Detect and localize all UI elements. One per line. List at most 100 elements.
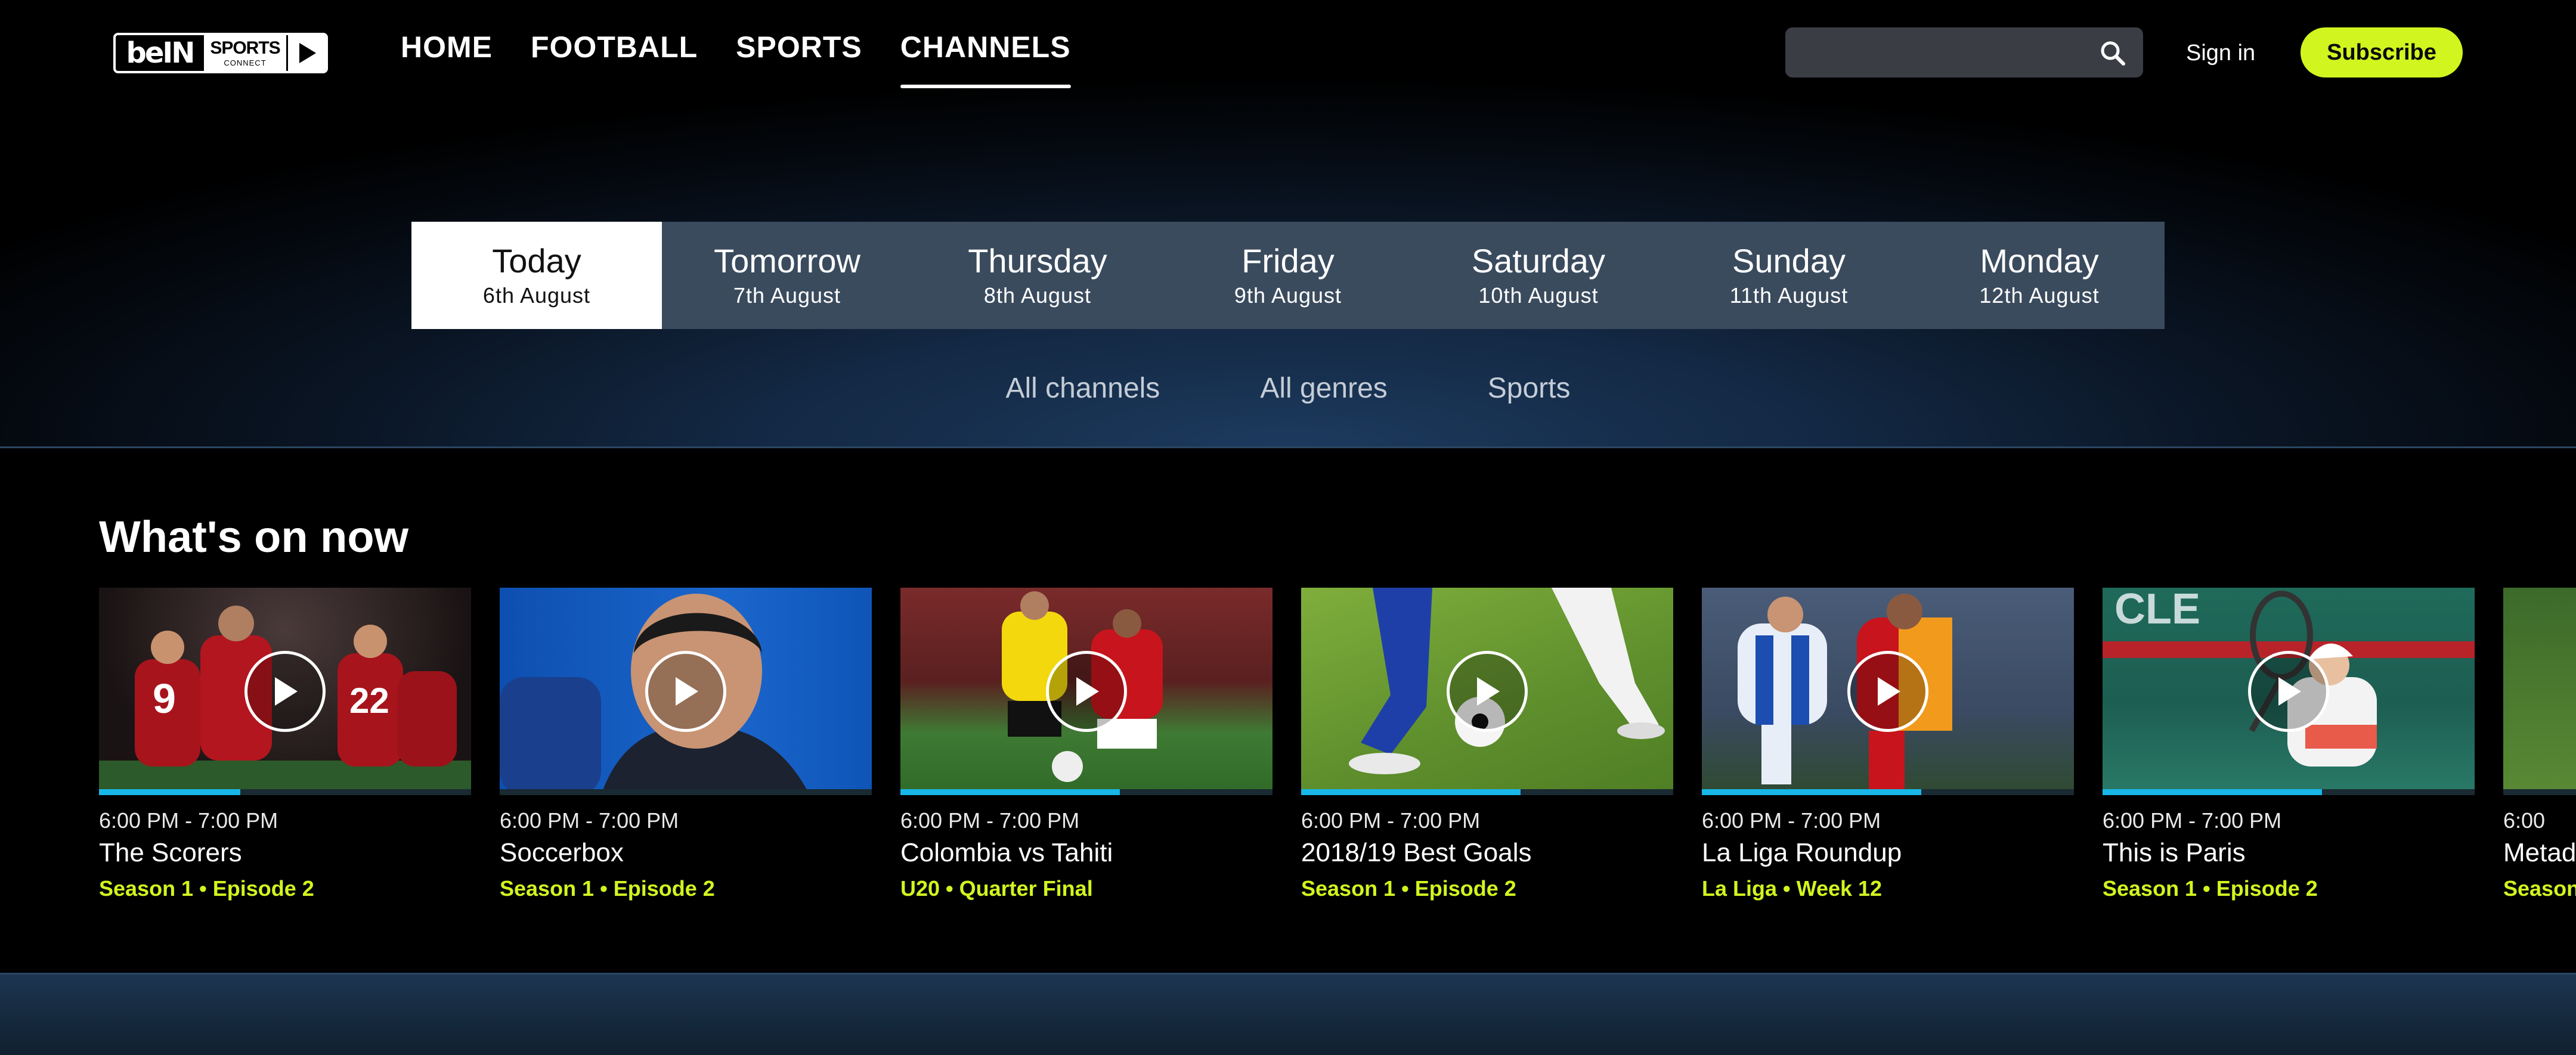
filter-all-channels[interactable]: All channels	[1005, 372, 1160, 405]
filter-sports[interactable]: Sports	[1488, 372, 1571, 405]
nav-item-sports[interactable]: SPORTS	[736, 30, 862, 88]
program-title: The Scorers	[99, 838, 242, 867]
program-thumbnail: 9 22	[99, 588, 471, 795]
program-thumbnail: CLE	[2103, 588, 2475, 795]
search-icon[interactable]	[2099, 39, 2126, 67]
program-time: 6:00 PM - 7:00 PM	[99, 808, 278, 833]
svg-text:22: 22	[349, 681, 389, 721]
program-title: This is Paris	[2103, 838, 2246, 867]
date-tab-date: 10th August	[1478, 283, 1599, 308]
program-thumbnail	[2503, 588, 2576, 795]
date-tab-date: 6th August	[482, 283, 591, 308]
program-meta: La Liga • Week 12	[1702, 876, 1883, 901]
main-nav: HOME FOOTBALL SPORTS CHANNELS	[401, 30, 1109, 88]
progress-fill	[1702, 789, 1922, 795]
play-icon	[1046, 651, 1127, 732]
program-card[interactable]: 6:00 PM - 7:00 PM 2018/19 Best Goals Sea…	[1301, 588, 1673, 901]
program-meta: Season 1 • Episode 2	[2103, 876, 2318, 901]
play-icon	[2248, 651, 2329, 732]
program-meta: Season	[2503, 876, 2576, 901]
program-card[interactable]: 6:00 Metad Season	[2503, 588, 2576, 901]
program-thumbnail	[900, 588, 1272, 795]
nav-item-football[interactable]: FOOTBALL	[531, 30, 698, 88]
program-time: 6:00 PM - 7:00 PM	[1301, 808, 1481, 833]
date-tab-day: Today	[492, 242, 581, 280]
program-title: Soccerbox	[500, 838, 624, 867]
program-time: 6:00 PM - 7:00 PM	[900, 808, 1080, 833]
program-time: 6:00 PM - 7:00 PM	[2103, 808, 2282, 833]
date-tab-tomorrow[interactable]: Tomorrow 7th August	[662, 222, 912, 329]
logo-sports-text: SPORTS	[210, 38, 280, 58]
program-time: 6:00 PM - 7:00 PM	[1702, 808, 1881, 833]
svg-text:9: 9	[153, 675, 176, 722]
filter-bar: All channels All genres Sports	[0, 372, 2576, 405]
date-tab-day: Thursday	[968, 242, 1107, 280]
program-card[interactable]: CLE 6:00 PM - 7:00 PM This is Paris Seas…	[2103, 588, 2475, 901]
program-title: Colombia vs Tahiti	[900, 838, 1113, 867]
progress-bar	[2503, 789, 2576, 795]
program-thumbnail	[1301, 588, 1673, 795]
search-input[interactable]	[1785, 27, 2143, 77]
nav-item-home[interactable]: HOME	[401, 30, 493, 88]
progress-bar	[1702, 789, 2074, 795]
program-thumbnail	[500, 588, 872, 795]
date-tab-date: 9th August	[1234, 283, 1342, 308]
date-tab-day: Sunday	[1732, 242, 1846, 280]
date-tab-friday[interactable]: Friday 9th August	[1163, 222, 1413, 329]
search-box	[1785, 27, 2143, 77]
nav-item-channels[interactable]: CHANNELS	[900, 30, 1071, 88]
program-title: 2018/19 Best Goals	[1301, 838, 1532, 867]
section-title: What's on now	[99, 512, 409, 561]
play-icon	[1847, 651, 1928, 732]
date-tab-day: Saturday	[1471, 242, 1606, 280]
date-tab-date: 8th August	[983, 283, 1092, 308]
whats-on-now-carousel: 9 22 6:00 PM - 7:00 PM The Scorers Seaso…	[99, 588, 2576, 921]
program-thumbnail	[1702, 588, 2074, 795]
program-meta: Season 1 • Episode 2	[99, 876, 314, 901]
progress-bar	[2103, 789, 2475, 795]
date-tab-thursday[interactable]: Thursday 8th August	[912, 222, 1163, 329]
progress-fill	[2103, 789, 2323, 795]
play-icon	[244, 651, 326, 732]
date-tabs: Today 6th August Tomorrow 7th August Thu…	[411, 222, 2165, 329]
play-icon	[1447, 651, 1528, 732]
channels-hero: beIN SPORTS CONNECT HOME FOOTBALL SPORTS…	[0, 0, 2576, 448]
logo-connect-text: CONNECT	[224, 58, 267, 67]
date-tab-date: 7th August	[733, 283, 841, 308]
signin-link[interactable]: Sign in	[2186, 41, 2255, 66]
date-tab-day: Tomorrow	[714, 242, 860, 280]
play-icon	[645, 651, 726, 732]
date-tab-sunday[interactable]: Sunday 11th August	[1664, 222, 1914, 329]
svg-text:CLE: CLE	[2114, 588, 2200, 633]
logo-bein-text: beIN	[126, 36, 196, 70]
date-tab-day: Monday	[1980, 242, 2099, 280]
progress-bar	[1301, 789, 1673, 795]
bein-sports-connect-logo[interactable]: beIN SPORTS CONNECT	[113, 33, 328, 73]
program-time: 6:00	[2503, 808, 2546, 833]
program-meta: U20 • Quarter Final	[900, 876, 1093, 901]
logo-sports-block: SPORTS CONNECT	[204, 35, 286, 71]
filter-all-genres[interactable]: All genres	[1260, 372, 1387, 405]
date-tab-today[interactable]: Today 6th August	[411, 222, 662, 329]
date-tab-date: 12th August	[1979, 283, 2100, 308]
subscribe-button[interactable]: Subscribe	[2301, 27, 2463, 77]
progress-fill	[1301, 789, 1521, 795]
program-meta: Season 1 • Episode 2	[500, 876, 715, 901]
progress-bar	[99, 789, 471, 795]
logo-play-icon	[286, 35, 326, 71]
progress-fill	[900, 789, 1120, 795]
date-tab-saturday[interactable]: Saturday 10th August	[1413, 222, 1664, 329]
progress-bar	[900, 789, 1272, 795]
program-meta: Season 1 • Episode 2	[1301, 876, 1516, 901]
program-card[interactable]: 6:00 PM - 7:00 PM Soccerbox Season 1 • E…	[500, 588, 872, 901]
date-tab-day: Friday	[1241, 242, 1335, 280]
progress-bar	[500, 789, 872, 795]
program-card[interactable]: 6:00 PM - 7:00 PM La Liga Roundup La Lig…	[1702, 588, 2074, 901]
program-card[interactable]: 6:00 PM - 7:00 PM Colombia vs Tahiti U20…	[900, 588, 1272, 901]
program-time: 6:00 PM - 7:00 PM	[500, 808, 679, 833]
program-title: Metad	[2503, 838, 2576, 867]
program-card[interactable]: 9 22 6:00 PM - 7:00 PM The Scorers Seaso…	[99, 588, 471, 901]
date-tab-date: 11th August	[1729, 283, 1849, 308]
progress-fill	[99, 789, 241, 795]
date-tab-monday[interactable]: Monday 12th August	[1914, 222, 2165, 329]
